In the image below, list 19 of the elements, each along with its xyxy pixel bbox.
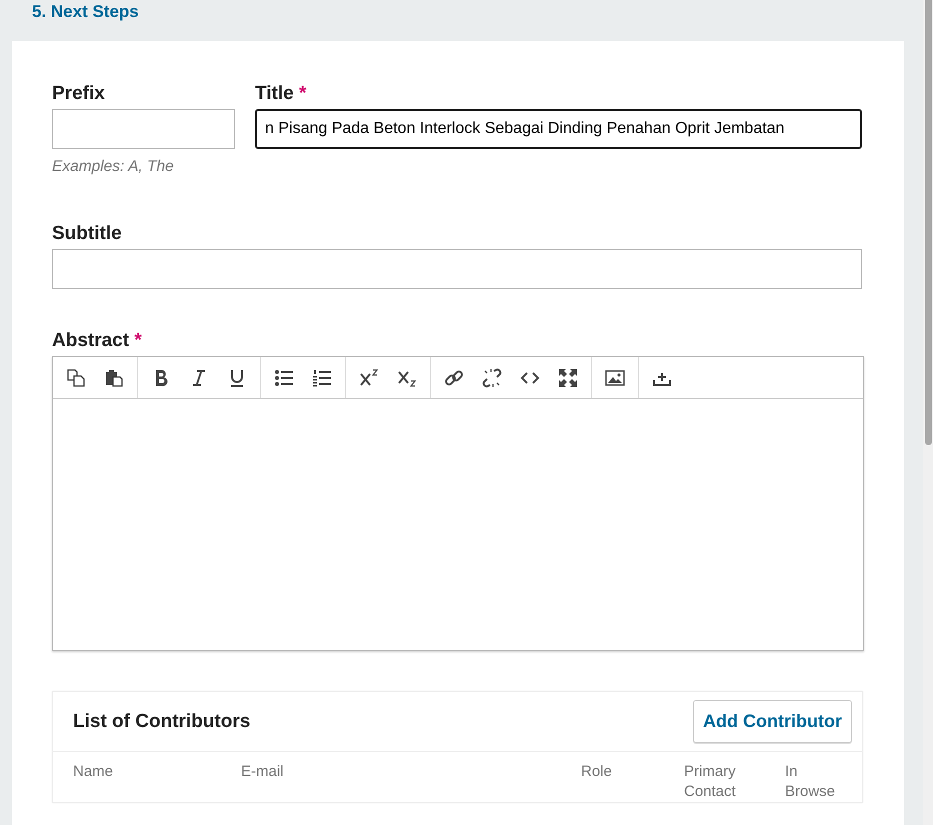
section-heading: 5. Next Steps — [32, 1, 140, 23]
column-header: In Browse — [785, 762, 836, 802]
title-field[interactable]: n Pisang Pada Beton Interlock Sebagai Dinding Penahan Oprit Jembatan — [255, 109, 862, 149]
card-title: List of Contributors — [73, 710, 250, 734]
column-header: Name — [73, 762, 114, 782]
required-mark: * — [134, 330, 142, 352]
add-contributor-button[interactable]: Add Contributor — [693, 700, 852, 744]
column-header: Primary Contact — [684, 762, 737, 802]
subtitle-field[interactable] — [52, 249, 862, 290]
field-hint: Examples: A, The — [52, 157, 175, 177]
field-label: Title — [255, 83, 294, 104]
field-label: Prefix — [52, 82, 106, 106]
field-label: Abstract — [52, 330, 130, 352]
prefix-field[interactable] — [52, 109, 235, 149]
required-mark: * — [299, 83, 306, 104]
scrollbar[interactable] — [923, 0, 933, 825]
column-header: E-mail — [241, 762, 284, 782]
field-label: Subtitle — [52, 222, 123, 246]
column-header: Role — [581, 762, 612, 782]
